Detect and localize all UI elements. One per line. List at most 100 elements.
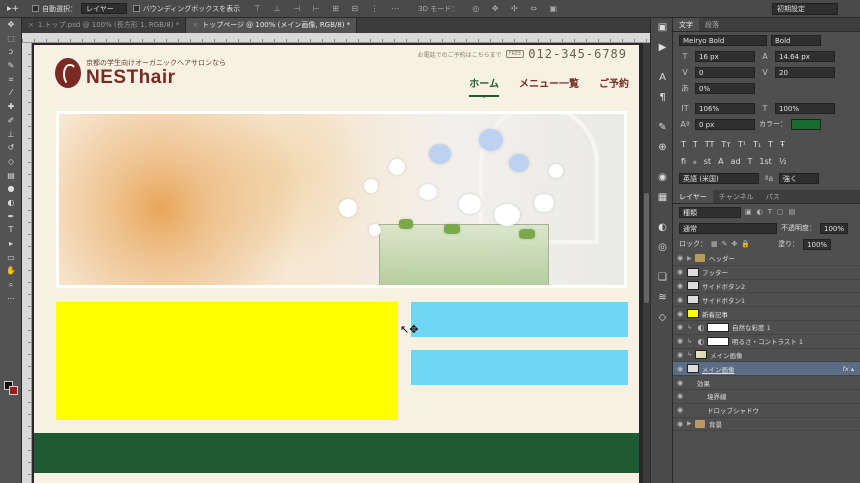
tab-character[interactable]: 文字 xyxy=(673,18,699,31)
superscript-button[interactable]: T¹ xyxy=(738,140,746,149)
layer-row[interactable]: ◉ サイドボタン1 xyxy=(673,293,860,308)
pen-tool-icon[interactable]: ✒ xyxy=(0,210,22,224)
news-block[interactable] xyxy=(56,302,398,420)
blur-tool-icon[interactable]: ● xyxy=(0,182,22,196)
tracking-field[interactable]: 20 xyxy=(775,66,835,78)
strikethrough-button[interactable]: Ŧ xyxy=(780,140,785,149)
tsume-field[interactable]: 0% xyxy=(695,82,755,94)
blend-mode-dropdown[interactable]: 通常 xyxy=(679,222,777,234)
contextual-alt-button[interactable]: ℴ xyxy=(693,157,697,166)
channels-panel-icon[interactable]: ≋ xyxy=(651,288,674,308)
character-panel-icon[interactable]: A xyxy=(651,68,674,88)
vertical-scale-field[interactable]: 106% xyxy=(695,102,755,114)
kerning-field[interactable]: 0 xyxy=(695,66,755,78)
close-icon[interactable]: × xyxy=(28,21,34,29)
layer-row[interactable]: ◉ サイドボタン2 xyxy=(673,280,860,294)
effect-row[interactable]: ◉ 境界線 xyxy=(673,390,860,404)
fx-icon[interactable]: fx ▴ xyxy=(843,365,854,373)
horizontal-scale-field[interactable]: 100% xyxy=(775,102,835,114)
crop-tool-icon[interactable]: ⌗ xyxy=(0,73,22,87)
faux-italic-button[interactable]: T xyxy=(693,140,698,149)
expand-triangle-icon[interactable]: ▶ xyxy=(687,255,695,262)
more-tools-icon[interactable]: ⋯ xyxy=(0,292,22,306)
brush-tool-icon[interactable]: ✐ xyxy=(0,114,22,128)
move-tool-icon[interactable]: ✥ xyxy=(0,18,22,32)
stamp-tool-icon[interactable]: ⊥ xyxy=(0,128,22,142)
ordinal-button[interactable]: 1st xyxy=(759,157,771,166)
adjustments-panel-icon[interactable]: ◐ xyxy=(651,218,674,238)
antialias-dropdown[interactable]: 強く xyxy=(779,172,819,184)
lock-icons[interactable]: ▦✎✥🔒 xyxy=(711,240,754,248)
nav-menu[interactable]: メニュー一覧 xyxy=(519,75,579,90)
marquee-tool-icon[interactable]: ⬚ xyxy=(0,32,22,46)
layer-row[interactable]: ◉ フッター xyxy=(673,266,860,280)
main-image[interactable] xyxy=(56,111,627,288)
tab-channels[interactable]: チャンネル xyxy=(713,190,760,203)
eye-icon[interactable]: ◉ xyxy=(673,420,687,428)
ligature-button[interactable]: fi xyxy=(681,157,686,166)
layer-row[interactable]: ◉ ▶ 背景 xyxy=(673,418,860,432)
type-tool-icon[interactable]: T xyxy=(0,223,22,237)
eye-icon[interactable]: ◉ xyxy=(673,337,687,345)
nav-home[interactable]: ホーム xyxy=(469,75,499,98)
discretionary-ligature-button[interactable]: st xyxy=(704,157,711,166)
eyedropper-tool-icon[interactable]: ⁄ xyxy=(0,86,22,100)
scrollbar-thumb[interactable] xyxy=(644,193,649,303)
fill-field[interactable]: 100% xyxy=(803,238,832,250)
color-panel-icon[interactable]: ◉ xyxy=(651,168,674,188)
nav-reserve[interactable]: ご予約 xyxy=(599,75,629,90)
vertical-scrollbar[interactable] xyxy=(643,43,650,483)
subscript-button[interactable]: T₁ xyxy=(753,140,761,149)
paths-panel-icon[interactable]: ◇ xyxy=(651,308,674,328)
close-icon[interactable]: × xyxy=(192,21,198,29)
layer-row[interactable]: ◉ ↳ ◐ 明るさ・コントラスト 1 xyxy=(673,335,860,349)
tab-paragraph[interactable]: 段落 xyxy=(699,18,725,31)
tab-layers[interactable]: レイヤー xyxy=(673,190,713,203)
eye-icon[interactable]: ◉ xyxy=(673,282,687,290)
styles-panel-icon[interactable]: ◎ xyxy=(651,238,674,258)
tab-paths[interactable]: パス xyxy=(760,190,786,203)
eye-icon[interactable]: ◉ xyxy=(673,254,687,262)
actions-panel-icon[interactable]: ▶ xyxy=(651,38,674,58)
language-dropdown[interactable]: 英語 (米国) xyxy=(679,172,759,184)
small-caps-button[interactable]: Tт xyxy=(721,140,731,149)
auto-select-checkbox[interactable] xyxy=(32,5,39,12)
leading-field[interactable]: 14.64 px xyxy=(775,50,835,62)
eye-icon[interactable]: ◉ xyxy=(673,310,687,318)
history-panel-icon[interactable]: ▣ xyxy=(651,18,674,38)
bounding-box-checkbox[interactable] xyxy=(132,5,140,12)
eye-icon[interactable]: ◉ xyxy=(673,351,687,359)
eye-icon[interactable]: ◉ xyxy=(673,296,687,304)
layer-row-selected[interactable]: ◉ メイン画像 fx ▴ xyxy=(673,362,860,377)
underline-button[interactable]: T xyxy=(768,140,773,149)
lasso-tool-icon[interactable]: ↄ xyxy=(0,45,22,59)
swatches-panel-icon[interactable]: ▦ xyxy=(651,188,674,208)
text-color-swatch[interactable] xyxy=(791,118,821,130)
move-tool-icon[interactable]: ▸+ xyxy=(0,4,26,14)
tab-document-1[interactable]: × 1.トップ.psd @ 100% (長方形 1, RGB/8) * xyxy=(22,18,187,33)
zoom-tool-icon[interactable]: ⌕ xyxy=(0,278,22,292)
font-style-dropdown[interactable]: Bold xyxy=(771,34,821,46)
font-size-field[interactable]: 16 px xyxy=(695,50,755,62)
swash-button[interactable]: A xyxy=(718,157,723,166)
vertical-ruler[interactable] xyxy=(22,43,32,483)
layer-row[interactable]: ◉ 新着記事 xyxy=(673,307,860,321)
history-brush-tool-icon[interactable]: ↺ xyxy=(0,141,22,155)
background-color-swatch[interactable] xyxy=(9,386,18,395)
faux-bold-button[interactable]: T xyxy=(681,140,686,149)
path-select-tool-icon[interactable]: ▸ xyxy=(0,237,22,251)
fraction-button[interactable]: ½ xyxy=(779,157,787,166)
quick-select-tool-icon[interactable]: ✎ xyxy=(0,59,22,73)
opacity-field[interactable]: 100% xyxy=(820,222,848,234)
effect-row[interactable]: ◉ 効果 xyxy=(673,376,860,390)
side-button-1[interactable] xyxy=(411,302,628,337)
brush-panel-icon[interactable]: ✎ xyxy=(651,118,674,138)
eye-icon[interactable]: ◉ xyxy=(673,365,687,373)
paragraph-panel-icon[interactable]: ¶ xyxy=(651,88,674,108)
tab-document-2[interactable]: × トップページ @ 100% (メイン画像, RGB/8) * xyxy=(186,18,358,33)
all-caps-button[interactable]: TT xyxy=(705,140,715,149)
layer-row[interactable]: ◉ ↳ ◐ 自然な彩度 1 xyxy=(673,321,860,335)
website-mockup[interactable]: お電話でのご予約はこちらまで FREE 012-345-6789 京都の学生向け… xyxy=(34,45,639,483)
auto-select-dropdown[interactable]: レイヤー xyxy=(81,3,127,14)
3d-mode-icons[interactable]: ◎ ✥ ✣ ⇔ ▣ xyxy=(472,4,562,13)
